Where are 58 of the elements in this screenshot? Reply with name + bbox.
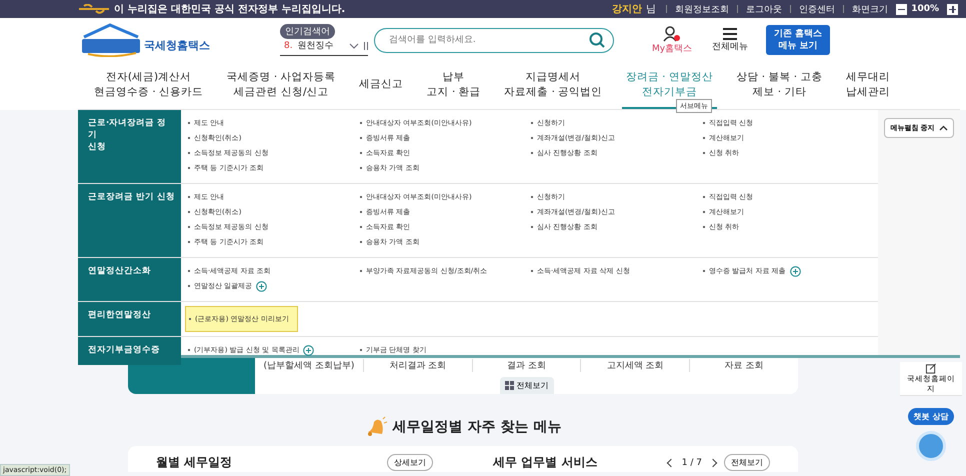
legacy-menu-button[interactable]: 기존 홈택스 메뉴 보기 [766, 24, 830, 56]
plus-circle-icon[interactable] [256, 280, 268, 292]
section-heading: 세무일정별 자주 찾는 메뉴 [392, 418, 562, 436]
submenu-category[interactable]: 연말정산간소화 [78, 258, 181, 301]
submenu-category[interactable]: 전자기부금영수증 [78, 337, 181, 365]
plus-circle-icon[interactable] [790, 266, 801, 276]
menu-icon[interactable] [723, 28, 738, 40]
popular-badge: 인기검색어 [280, 24, 335, 39]
view-all-button[interactable]: 전체보기 [500, 377, 554, 394]
submenu-category[interactable]: 근로·자녀장려금 정기 신청 [78, 110, 181, 183]
logo-text: 국세청홈택스 [144, 38, 210, 53]
user-suffix: 님 [646, 3, 656, 16]
user-icon[interactable] [663, 26, 682, 42]
top-link[interactable]: 회원정보조회 [675, 2, 730, 16]
plus-circle-icon[interactable] [303, 344, 314, 356]
chevron-down-icon [349, 42, 359, 48]
popular-keyword-dropdown[interactable]: 8. 원천징수 [280, 36, 368, 56]
my-hometax-link[interactable]: My홈택스 [652, 26, 692, 54]
nav-tab[interactable]: 상담 · 불복 · 고충 제보 · 기타 [732, 62, 826, 110]
external-link-icon [925, 363, 937, 374]
zoom-out-button[interactable] [896, 4, 908, 14]
service-link[interactable]: 결과 조회 [472, 359, 582, 372]
zoom-level: 100% [911, 4, 939, 14]
search-icon[interactable] [589, 32, 605, 48]
service-link[interactable]: 자료 조회 [690, 359, 798, 372]
search-input[interactable]: 검색어를 입력하세요. [387, 34, 589, 46]
pause-icon[interactable] [364, 42, 368, 50]
service-link[interactable]: 고지세액 조회 [581, 359, 690, 372]
search-field[interactable]: 검색어를 입력하세요. [374, 28, 614, 52]
zoom-in-button[interactable] [947, 4, 958, 14]
page-indicator: 1 / 7 [682, 458, 702, 468]
nav-tab[interactable]: 전자(세금)계산서 현금영수증 · 신용카드 [90, 62, 208, 110]
top-link[interactable]: 로그아웃 [746, 2, 782, 16]
card-title: 월별 세무일정 [156, 454, 232, 470]
chatbot-badge[interactable]: 챗봇 상담 [908, 408, 954, 425]
nav-tab[interactable]: 세금신고 [355, 62, 408, 110]
nav-tab[interactable]: 세무대리 납세관리 [842, 62, 894, 110]
keyword-text: 원천징수 [298, 40, 335, 52]
all-menu-link[interactable]: 전체메뉴 [712, 28, 748, 52]
nav-tab[interactable]: 국세증명 · 사업자등록 세금관련 신청/신고 [222, 62, 340, 110]
notice-text: 이 누리집은 대한민국 공식 전자정부 누리집입니다. [114, 3, 346, 16]
service-link[interactable]: (납부할세액 조회납부) [255, 359, 364, 372]
card-title: 세무 업무별 서비스 [493, 454, 598, 470]
grid-icon [504, 381, 514, 390]
submenu-category[interactable]: 편리한연말정산 [78, 302, 181, 336]
top-link[interactable]: 인증센터 [799, 2, 836, 16]
chevron-up-icon [938, 125, 948, 131]
nav-tab[interactable]: 지급명세서 자료제출 · 공익법인 [500, 62, 606, 110]
detail-button[interactable]: 상세보기 [387, 454, 433, 471]
rank-number: 8. [284, 40, 293, 50]
view-all-button[interactable]: 전체보기 [724, 454, 770, 471]
top-link[interactable]: 화면크기 [852, 2, 888, 16]
government-logo-icon [78, 4, 110, 14]
user-name: 강지안 [612, 3, 642, 16]
service-link[interactable]: 처리결과 조회 [364, 359, 473, 372]
house-logo-icon [80, 23, 142, 57]
submenu-category[interactable]: 근로장려금 반기 신청 [78, 184, 181, 257]
nav-tab[interactable]: 납부 고지 · 환급 [422, 62, 485, 110]
